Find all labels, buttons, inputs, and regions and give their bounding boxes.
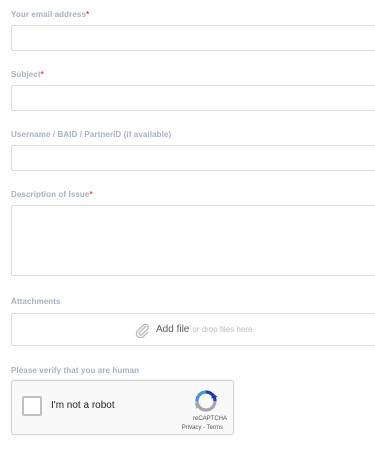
description-textarea[interactable] <box>11 205 375 276</box>
required-marker: * <box>86 10 90 19</box>
add-file-control[interactable]: Add file or drop files here <box>134 314 252 345</box>
email-input[interactable] <box>11 25 375 51</box>
not-robot-label[interactable]: I'm not a robot <box>51 400 115 411</box>
username-label-text: Username / BAID / PartnerID (if availabl… <box>11 130 172 139</box>
username-label: Username / BAID / PartnerID (if availabl… <box>11 130 171 139</box>
description-label: Description of Issue* <box>11 190 93 199</box>
email-label: Your email address* <box>11 10 89 19</box>
paperclip-icon <box>134 322 150 338</box>
privacy-link[interactable]: Privacy <box>182 425 202 431</box>
drop-hint-text: or drop files here <box>192 325 253 334</box>
subject-label: Subject* <box>11 70 44 79</box>
recaptcha-widget: I'm not a robot reCAPTCHA Privacy - Term… <box>11 380 234 435</box>
description-label-text: Description of Issue <box>11 190 90 199</box>
required-marker: * <box>40 70 44 79</box>
attachment-dropzone[interactable]: Add file or drop files here <box>11 313 375 346</box>
not-robot-checkbox[interactable] <box>22 396 42 416</box>
recaptcha-brand: reCAPTCHA <box>192 416 227 422</box>
username-input[interactable] <box>11 145 375 171</box>
support-form: Your email address* Subject* Username / … <box>0 0 375 457</box>
recaptcha-links: Privacy - Terms <box>182 425 223 431</box>
subject-label-text: Subject <box>11 70 41 79</box>
subject-input[interactable] <box>11 85 375 111</box>
email-label-text: Your email address <box>11 10 87 19</box>
terms-link[interactable]: Terms <box>207 425 223 431</box>
required-marker: * <box>89 190 93 199</box>
recaptcha-logo-icon <box>193 390 219 412</box>
verify-label: Please verify that you are human <box>11 366 140 375</box>
attachments-label: Attachments <box>11 297 61 306</box>
add-file-link[interactable]: Add file <box>156 324 189 335</box>
